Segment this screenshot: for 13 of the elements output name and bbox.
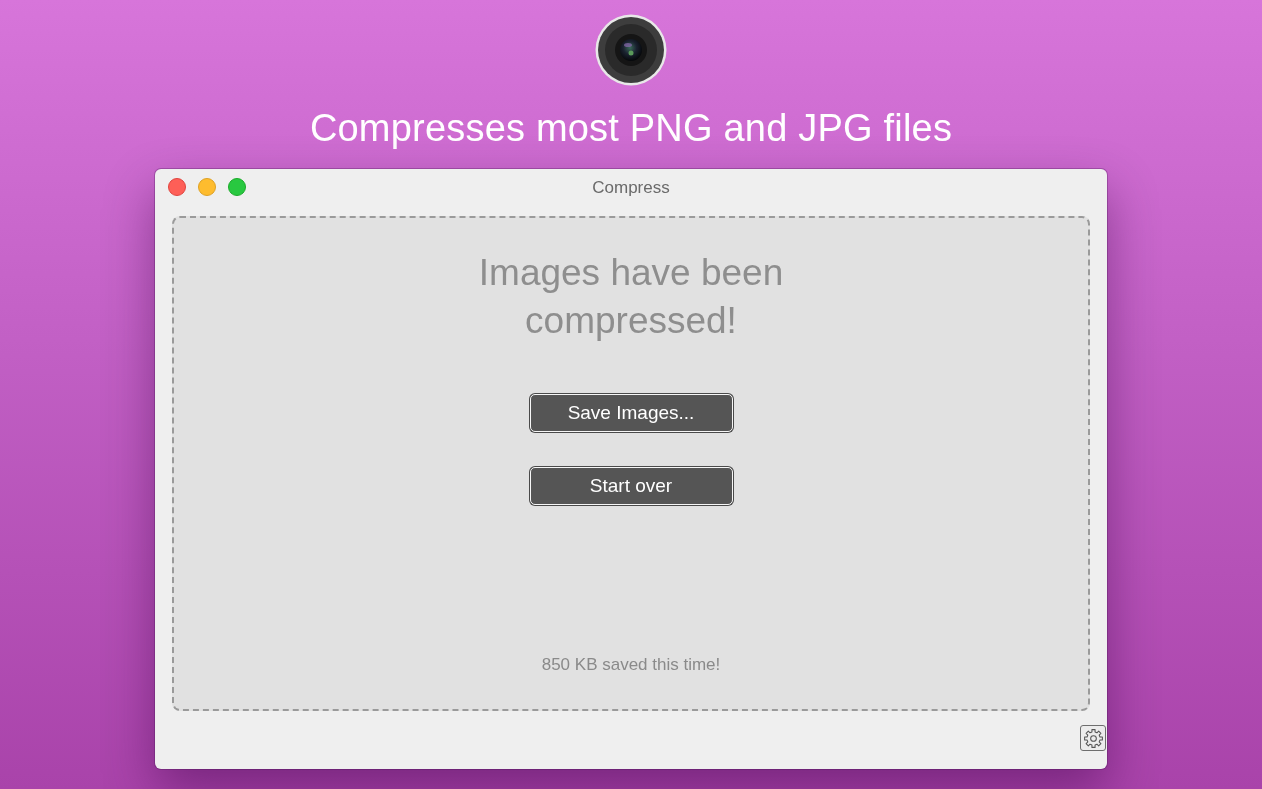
save-images-button[interactable]: Save Images... (529, 394, 733, 432)
drop-zone[interactable]: Images have been compressed! Save Images... Start over 850 KB saved this time! (172, 216, 1090, 711)
camera-lens-icon (595, 14, 667, 86)
zoom-icon[interactable] (228, 178, 246, 196)
minimize-icon[interactable] (198, 178, 216, 196)
savings-summary: 850 KB saved this time! (541, 655, 721, 675)
status-message: Images have been compressed! (477, 251, 785, 343)
window-title: Compress (592, 177, 670, 198)
close-icon[interactable] (168, 178, 186, 196)
settings-button[interactable] (1080, 725, 1106, 751)
headline: Compresses most PNG and JPG files (309, 106, 953, 150)
start-over-button[interactable]: Start over (529, 467, 733, 505)
settings-icon (1083, 728, 1103, 748)
